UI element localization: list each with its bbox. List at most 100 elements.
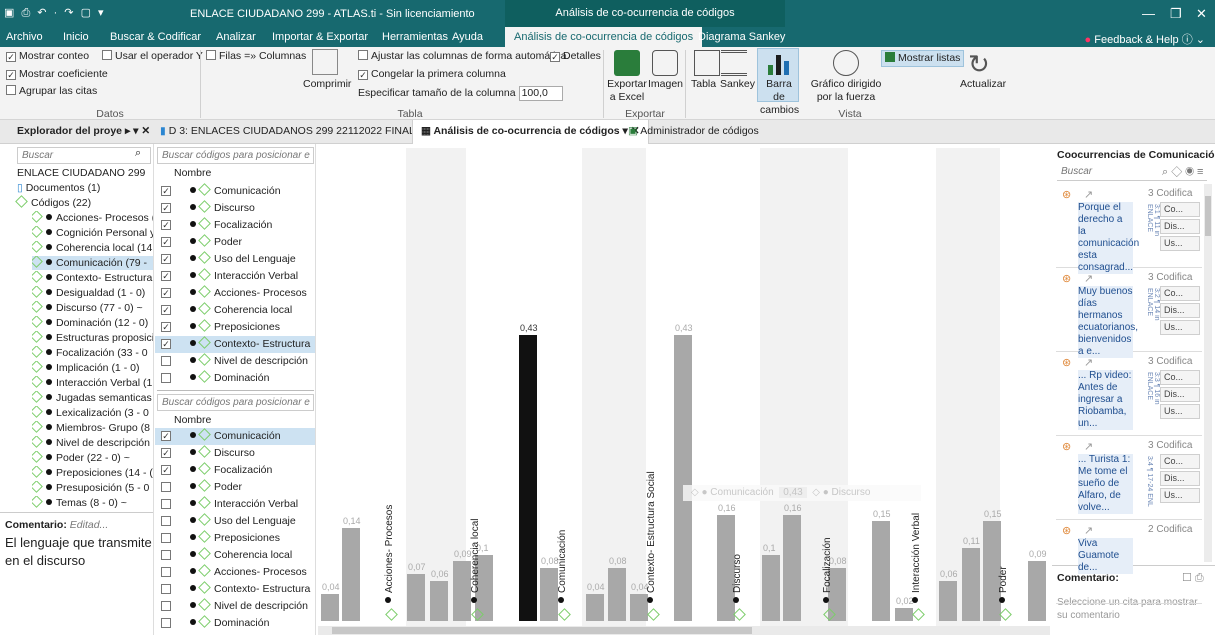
list1-row-checkbox[interactable]: ✓: [161, 288, 171, 298]
tree-code-item[interactable]: Temas (8 - 0) ~: [32, 496, 153, 510]
quotation-code-tag[interactable]: Co...: [1160, 286, 1200, 301]
quotation-card[interactable]: ⊛ ↗ 3 Codifica ... Turista 1: Me tome el su…: [1056, 436, 1202, 520]
tamano-columna-input[interactable]: 100,0: [518, 86, 563, 101]
expand-icon[interactable]: ↗: [1084, 356, 1093, 369]
sankey-icon[interactable]: [721, 50, 747, 76]
vista-tabla-button[interactable]: Tabla: [691, 78, 716, 91]
quotation-text[interactable]: Viva Guamote de...: [1078, 538, 1133, 574]
image-icon[interactable]: [652, 50, 678, 76]
chart-bar[interactable]: [872, 521, 890, 621]
chart-bar[interactable]: [519, 335, 537, 621]
vista-sankey-button[interactable]: Sankey: [720, 78, 755, 91]
comprimir-button[interactable]: Comprimir: [303, 78, 351, 91]
quotation-code-tag[interactable]: Co...: [1160, 370, 1200, 385]
list1-row-checkbox[interactable]: [161, 373, 171, 383]
list2-row-checkbox[interactable]: [161, 567, 171, 577]
tree-code-item[interactable]: Desigualdad (1 - 0): [32, 286, 153, 300]
mostrar-coeficiente-checkbox[interactable]: ✓ Mostrar coeficiente: [6, 68, 108, 81]
menu-ayuda[interactable]: Ayuda: [452, 31, 483, 43]
list2-row[interactable]: Uso del Lenguaje: [155, 513, 315, 530]
menu-analisis-coocurrencia[interactable]: Análisis de co-ocurrencia de códigos: [505, 27, 703, 47]
list1-row[interactable]: ✓ Focalización: [155, 217, 315, 234]
list1-row[interactable]: ✓ Contexto- Estructura: [155, 336, 315, 353]
list2-row-checkbox[interactable]: [161, 516, 171, 526]
quotation-card[interactable]: ⊛ ↗ 3 Codifica ... Rp video: Antes de ingre…: [1056, 352, 1202, 436]
tree-code-item[interactable]: Estructuras proposicic: [32, 331, 153, 345]
exportar-excel-button[interactable]: Exportar a Excel: [606, 78, 648, 104]
list1-row[interactable]: Nivel de descripción: [155, 353, 315, 370]
tamano-columna-field[interactable]: Especificar tamaño de la columna 100,0: [358, 86, 563, 101]
expand-icon[interactable]: ↗: [1084, 524, 1093, 537]
list1-search-input[interactable]: Buscar códigos para posicionar e: [157, 147, 314, 164]
expand-icon[interactable]: ↗: [1084, 440, 1093, 453]
explorer-search-input[interactable]: Buscar: [17, 147, 151, 164]
chart-bar[interactable]: [608, 567, 626, 621]
ajustar-columnas-checkbox[interactable]: Ajustar las columnas de forma automática: [358, 50, 567, 63]
list1-row-checkbox[interactable]: ✓: [161, 322, 171, 332]
list1-row[interactable]: ✓ Discurso: [155, 200, 315, 217]
list2-row[interactable]: Contexto- Estructura: [155, 581, 315, 598]
tree-code-item[interactable]: Focalización (33 - 0: [32, 346, 153, 360]
list2-row-checkbox[interactable]: [161, 618, 171, 628]
list1-row-checkbox[interactable]: ✓: [161, 305, 171, 315]
right-scrollbar[interactable]: [1204, 184, 1212, 562]
tree-code-item[interactable]: Preposiciones (14 - (: [32, 466, 153, 480]
list1-row[interactable]: Dominación: [155, 370, 315, 387]
quotation-text[interactable]: ... Turista 1: Me tome el sueño de Alfar…: [1078, 454, 1133, 514]
grafico-dirigido-button[interactable]: Gráfico dirigido por la fuerza: [806, 78, 886, 104]
tree-code-item[interactable]: Miembros- Grupo (8: [32, 421, 153, 435]
tree-codigos[interactable]: Códigos (22): [15, 195, 91, 210]
filas-columnas-checkbox[interactable]: Filas =» Columnas: [206, 50, 306, 63]
comprimir-icon[interactable]: [312, 49, 338, 75]
mostrar-listas-toggle[interactable]: Mostrar listas: [881, 50, 965, 67]
tree-code-item[interactable]: Cognición Personal y: [32, 226, 153, 240]
tab-analysis[interactable]: ▦ Análisis de co-ocurrencia de códigos ▾…: [412, 120, 649, 144]
scrollbar-thumb[interactable]: [332, 627, 752, 634]
comment-text[interactable]: El lenguaje que transmite en el discurso: [5, 534, 153, 570]
list2-row[interactable]: Nivel de descripción: [155, 598, 315, 615]
maximize-icon[interactable]: ❐: [1170, 6, 1182, 22]
quotation-card[interactable]: ⊛ ↗ 3 Codifica Porque el derecho a la comun…: [1056, 184, 1202, 274]
quotation-code-tag[interactable]: Us...: [1160, 236, 1200, 251]
list2-row-checkbox[interactable]: [161, 584, 171, 594]
chart-bar[interactable]: [1028, 561, 1046, 621]
list2-row[interactable]: ✓ Comunicación: [155, 428, 315, 445]
list2-row[interactable]: ✓ Discurso: [155, 445, 315, 462]
tree-code-item[interactable]: Jugadas semanticas lc: [32, 391, 153, 405]
quotation-text[interactable]: Porque el derecho a la comunicación esta…: [1078, 202, 1139, 274]
tree-code-item[interactable]: Comunicación (79 -: [32, 256, 153, 270]
list1-row-checkbox[interactable]: ✓: [161, 271, 171, 281]
list2-row-checkbox[interactable]: ✓: [161, 465, 171, 475]
list1-row[interactable]: ✓ Uso del Lenguaje: [155, 251, 315, 268]
tree-code-item[interactable]: Presuposición (5 - 0: [32, 481, 153, 495]
right-scrollbar-thumb[interactable]: [1205, 196, 1211, 236]
list1-row[interactable]: ✓ Interacción Verbal: [155, 268, 315, 285]
menu-inicio[interactable]: Inicio: [63, 31, 89, 43]
chart-bar[interactable]: [783, 514, 801, 621]
chart-bar[interactable]: [762, 554, 780, 621]
list1-row-checkbox[interactable]: ✓: [161, 254, 171, 264]
list1-row-checkbox[interactable]: ✓: [161, 186, 171, 196]
tree-documentos[interactable]: ▯ Documentos (1): [17, 181, 100, 195]
comment-edit[interactable]: Editad...: [70, 519, 109, 531]
list1-row[interactable]: ✓ Poder: [155, 234, 315, 251]
quotation-code-tag[interactable]: Us...: [1160, 404, 1200, 419]
list1-row[interactable]: ✓ Comunicación: [155, 183, 315, 200]
congelar-checkbox[interactable]: ✓ Congelar la primera columna: [358, 68, 506, 81]
list2-row[interactable]: Preposiciones: [155, 530, 315, 547]
quotation-code-tag[interactable]: Dis...: [1160, 219, 1200, 234]
chart-bar[interactable]: [540, 567, 558, 621]
chart-bar[interactable]: [962, 547, 980, 621]
expand-icon[interactable]: ↗: [1084, 188, 1093, 201]
chart-bar[interactable]: [430, 581, 448, 621]
list2-row[interactable]: Dominación: [155, 615, 315, 632]
chart-bar[interactable]: [453, 561, 471, 621]
agrupar-citas-checkbox[interactable]: Agrupar las citas: [6, 85, 97, 98]
mostrar-conteo-checkbox[interactable]: ✓ Mostrar conteo: [6, 50, 89, 63]
list2-row[interactable]: Interacción Verbal: [155, 496, 315, 513]
feedback-help[interactable]: ● Feedback & Help ⓘ ⌄: [1085, 31, 1205, 47]
list2-row-checkbox[interactable]: ✓: [161, 431, 171, 441]
tab-admin[interactable]: ▣ Administrador de códigos: [628, 125, 759, 137]
chart-bar[interactable]: [586, 594, 604, 621]
menu-archivo[interactable]: Archivo: [6, 31, 43, 43]
